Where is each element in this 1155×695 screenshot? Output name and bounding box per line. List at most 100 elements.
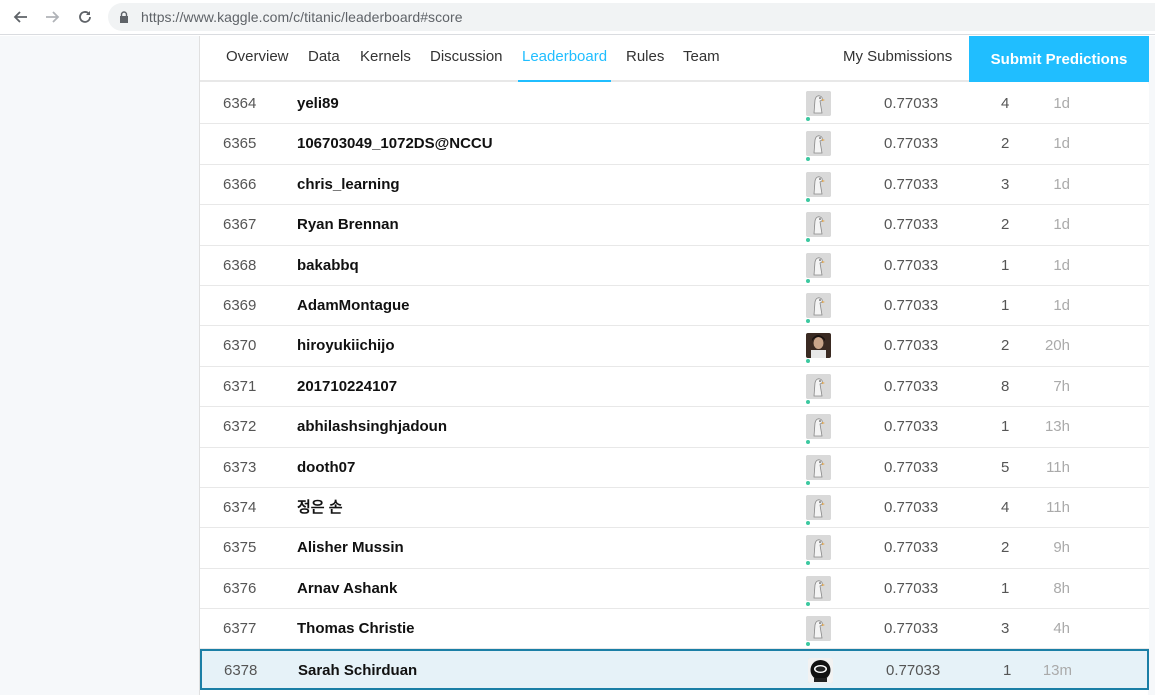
tab-rules[interactable]: Rules	[626, 36, 664, 82]
team-name-link[interactable]: 정은 손	[297, 488, 343, 528]
tab-team[interactable]: Team	[683, 36, 720, 82]
tab-discussion[interactable]: Discussion	[430, 36, 503, 82]
browser-toolbar: https://www.kaggle.com/c/titanic/leaderb…	[0, 0, 1155, 35]
team-name-link[interactable]: yeli89	[297, 84, 339, 124]
tier-dot-icon	[806, 520, 810, 525]
rank-cell: 6378	[224, 662, 258, 680]
leaderboard-row: 6364 yeli89 0.77033 4 1d	[200, 84, 1149, 125]
tab-overview[interactable]: Overview	[226, 36, 289, 82]
goose-avatar[interactable]	[806, 171, 831, 197]
entries-cell: 2	[1001, 337, 1010, 355]
entries-cell: 2	[1001, 539, 1010, 557]
tier-dot-icon	[806, 238, 810, 243]
goose-avatar[interactable]	[806, 252, 831, 278]
entries-cell: 4	[1001, 95, 1010, 112]
goose-avatar[interactable]	[806, 414, 831, 440]
team-name-link[interactable]: abhilashsinghjadoun	[297, 407, 447, 447]
goose-avatar[interactable]	[806, 292, 831, 318]
rank-cell: 6377	[223, 620, 257, 638]
rank-cell: 6371	[223, 377, 257, 395]
leaderboard-row: 6377 Thomas Christie 0.77033 3 4h	[200, 609, 1149, 650]
goose-avatar[interactable]	[806, 454, 831, 480]
team-name-link[interactable]: AdamMontague	[297, 286, 410, 326]
helmet-avatar[interactable]	[808, 658, 833, 684]
goose-avatar[interactable]	[806, 575, 831, 601]
leaderboard-row: 6369 AdamMontague 0.77033 1 1d	[200, 285, 1149, 327]
tab-kernels[interactable]: Kernels	[360, 36, 411, 82]
tab-leaderboard[interactable]: Leaderboard	[517, 36, 612, 82]
team-name-link[interactable]: bakabbq	[297, 246, 359, 286]
entries-cell: 1	[1001, 579, 1010, 597]
tier-dot-icon	[806, 561, 810, 566]
leaderboard-row: 6374 정은 손 0.77033 4 11h	[200, 487, 1149, 529]
entries-cell: 1	[1001, 418, 1010, 436]
last-submission-cell: 20h	[1044, 337, 1070, 355]
leaderboard-row: 6372 abhilashsinghjadoun 0.77033 1 13h	[200, 407, 1149, 448]
leaderboard-table: 6364 yeli89 0.77033 4 1d 6365 106703049_1072DS…	[200, 84, 1149, 691]
submit-predictions-button[interactable]: Submit Predictions	[969, 36, 1149, 82]
score-cell: 0.77033	[884, 620, 939, 638]
team-name-link[interactable]: 201710224107	[297, 367, 397, 407]
last-submission-cell: 11h	[1046, 458, 1070, 476]
score-cell: 0.77033	[884, 418, 939, 436]
rank-cell: 6374	[223, 498, 257, 516]
last-submission-cell: 1d	[1053, 296, 1070, 314]
team-name-link[interactable]: 106703049_1072DS@NCCU	[297, 124, 493, 164]
last-submission-cell: 11h	[1046, 498, 1070, 516]
goose-avatar[interactable]	[806, 535, 831, 561]
score-cell: 0.77033	[884, 256, 939, 274]
tier-dot-icon	[806, 440, 810, 445]
last-submission-cell: 13m	[1042, 662, 1072, 680]
rank-cell: 6366	[223, 175, 257, 193]
goose-avatar[interactable]	[806, 616, 831, 642]
team-name-link[interactable]: chris_learning	[297, 165, 400, 205]
team-name-link[interactable]: Thomas Christie	[297, 609, 415, 649]
photo-avatar[interactable]	[806, 333, 831, 359]
goose-avatar[interactable]	[806, 131, 831, 157]
goose-avatar[interactable]	[806, 373, 831, 399]
entries-cell: 8	[1001, 377, 1010, 395]
address-bar[interactable]: https://www.kaggle.com/c/titanic/leaderb…	[108, 3, 1155, 31]
leaderboard-row: 6367 Ryan Brennan 0.77033 2 1d	[200, 205, 1149, 246]
tier-dot-icon	[806, 157, 810, 162]
team-name-link[interactable]: dooth07	[297, 448, 355, 488]
my-submissions-link[interactable]: My Submissions	[843, 36, 952, 82]
rank-cell: 6370	[223, 337, 257, 355]
tier-dot-icon	[806, 278, 810, 283]
score-cell: 0.77033	[884, 579, 939, 597]
tier-dot-icon	[806, 359, 810, 364]
url-text: https://www.kaggle.com/c/titanic/leaderb…	[141, 9, 463, 25]
last-submission-cell: 1d	[1053, 216, 1070, 234]
rank-cell: 6376	[223, 579, 257, 597]
team-name-link[interactable]: Alisher Mussin	[297, 528, 404, 568]
entries-cell: 1	[1001, 296, 1010, 314]
leaderboard-row: 6368 bakabbq 0.77033 1 1d	[200, 245, 1149, 286]
goose-avatar[interactable]	[806, 212, 831, 238]
score-cell: 0.77033	[884, 175, 939, 193]
team-name-link[interactable]: Ryan Brennan	[297, 205, 399, 245]
entries-cell: 2	[1001, 135, 1010, 153]
back-arrow-icon[interactable]	[9, 6, 31, 28]
goose-avatar[interactable]	[806, 91, 831, 116]
entries-cell: 3	[1001, 620, 1010, 638]
tier-dot-icon	[806, 601, 810, 606]
goose-avatar[interactable]	[806, 494, 831, 520]
entries-cell: 2	[1001, 216, 1010, 234]
tab-data[interactable]: Data	[308, 36, 340, 82]
last-submission-cell: 1d	[1053, 135, 1070, 153]
last-submission-cell: 7h	[1053, 377, 1070, 395]
team-name-link[interactable]: Sarah Schirduan	[298, 651, 417, 691]
leaderboard-row: 6376 Arnav Ashank 0.77033 1 8h	[200, 568, 1149, 610]
leaderboard-row: 6365 106703049_1072DS@NCCU 0.77033 2 1d	[200, 124, 1149, 165]
last-submission-cell: 1d	[1053, 175, 1070, 193]
entries-cell: 1	[1001, 256, 1010, 274]
rank-cell: 6373	[223, 458, 257, 476]
team-name-link[interactable]: hiroyukiichijo	[297, 326, 395, 366]
left-margin	[0, 36, 199, 695]
team-name-link[interactable]: Arnav Ashank	[297, 569, 397, 609]
reload-icon[interactable]	[74, 6, 96, 28]
last-submission-cell: 4h	[1053, 620, 1070, 638]
lock-icon	[119, 11, 129, 23]
score-cell: 0.77033	[884, 498, 939, 516]
forward-arrow-icon[interactable]	[42, 6, 64, 28]
